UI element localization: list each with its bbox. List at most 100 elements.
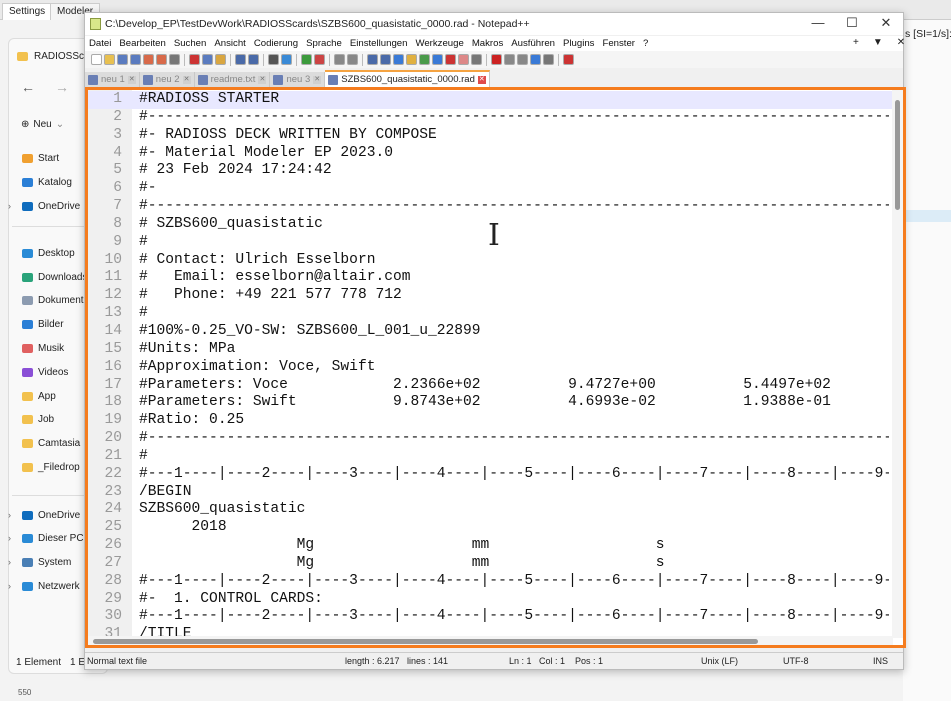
tab-close-icon[interactable]: ✕ (258, 75, 267, 84)
explorer-nav-item[interactable]: Camtasia (22, 438, 80, 449)
explorer-tab[interactable]: RADIOSSca (17, 51, 90, 62)
explorer-nav-item[interactable]: Dieser PC (22, 533, 84, 544)
minimize-button[interactable]: — (801, 15, 835, 33)
explorer-nav-item[interactable]: Downloads (22, 272, 87, 283)
toolbar-button-icon[interactable] (334, 54, 345, 65)
menu-[interactable]: ? (639, 38, 652, 49)
menu-werkzeuge[interactable]: Werkzeuge (411, 38, 467, 49)
folder-icon (22, 534, 33, 543)
tab-list-button[interactable]: ▼ (873, 37, 883, 48)
tab-szbs600-quasistatic-0000-rad[interactable]: SZBS600_quasistatic_0000.rad ✕ (325, 70, 490, 87)
forward-arrow-icon[interactable]: → (55, 79, 69, 95)
explorer-nav-item[interactable]: _Filedrop (22, 462, 80, 473)
toolbar-button-icon[interactable] (104, 54, 115, 65)
toolbar-button-icon[interactable] (130, 54, 141, 65)
close-doc-button[interactable]: ✕ (897, 37, 905, 48)
menu-datei[interactable]: Datei (85, 38, 115, 49)
toolbar-button-icon[interactable] (91, 54, 102, 65)
toolbar-button-icon[interactable] (563, 54, 574, 65)
tab-close-icon[interactable]: ✕ (127, 75, 136, 84)
tab-neu-1[interactable]: neu 1 ✕ (85, 72, 140, 87)
toolbar-button-icon[interactable] (314, 54, 325, 65)
chevron-right-icon[interactable]: › (8, 510, 11, 520)
explorer-nav-item[interactable]: App (22, 391, 56, 402)
menu-bearbeiten[interactable]: Bearbeiten (115, 38, 169, 49)
explorer-nav-item[interactable]: Katalog (22, 177, 72, 188)
toolbar-button-icon[interactable] (406, 54, 417, 65)
explorer-nav-item[interactable]: Videos (22, 367, 68, 378)
menu-makros[interactable]: Makros (468, 38, 507, 49)
toolbar-button-icon[interactable] (143, 54, 154, 65)
chevron-right-icon[interactable]: › (8, 201, 11, 211)
tab-neu-2[interactable]: neu 2 ✕ (139, 72, 195, 87)
toolbar-button-icon[interactable] (367, 54, 378, 65)
menu-sprache[interactable]: Sprache (302, 38, 346, 49)
close-button[interactable]: ✕ (869, 15, 903, 33)
menu-fenster[interactable]: Fenster (598, 38, 639, 49)
back-arrow-icon[interactable]: ← (21, 79, 35, 95)
toolbar-button-icon[interactable] (530, 54, 541, 65)
toolbar-button-icon[interactable] (419, 54, 430, 65)
text-editor[interactable]: 1 #RADIOSS STARTER 2 #---------------------… (85, 87, 906, 648)
new-button[interactable]: ⊕ Neu ⌄ (21, 119, 64, 130)
menu-plugins[interactable]: Plugins (559, 38, 598, 49)
horizontal-scroll-thumb[interactable] (93, 639, 758, 644)
toolbar-button-icon[interactable] (215, 54, 226, 65)
tab-close-icon[interactable]: ✕ (477, 75, 486, 84)
toolbar-button-icon[interactable] (156, 54, 167, 65)
toolbar-button-icon[interactable] (235, 54, 246, 65)
maximize-button[interactable]: ☐ (835, 15, 869, 33)
explorer-nav-item[interactable]: Desktop (22, 248, 75, 259)
app-tab-settings[interactable]: Settings (2, 3, 53, 20)
menu-einstellungen[interactable]: Einstellungen (346, 38, 412, 49)
toolbar-button-icon[interactable] (169, 54, 180, 65)
tab-close-icon[interactable]: ✕ (313, 75, 322, 84)
toolbar-button-icon[interactable] (445, 54, 456, 65)
explorer-nav-item[interactable]: Musik (22, 343, 64, 354)
toolbar-button-icon[interactable] (281, 54, 292, 65)
toolbar-button-icon[interactable] (189, 54, 200, 65)
explorer-nav-item[interactable]: Job (22, 414, 54, 425)
chevron-right-icon[interactable]: › (8, 533, 11, 543)
toolbar-button-icon[interactable] (393, 54, 404, 65)
toolbar-button-icon[interactable] (517, 54, 528, 65)
horizontal-scrollbar[interactable] (88, 636, 893, 645)
toolbar-button-icon[interactable] (347, 54, 358, 65)
menu-ausfhren[interactable]: Ausführen (507, 38, 559, 49)
line-number: 2 (113, 108, 122, 125)
toolbar-button-icon[interactable] (543, 54, 554, 65)
chevron-right-icon[interactable]: › (8, 581, 11, 591)
toolbar-button-icon[interactable] (268, 54, 279, 65)
toolbar-button-icon[interactable] (301, 54, 312, 65)
vertical-scrollbar[interactable] (892, 90, 903, 638)
explorer-nav-item[interactable]: OneDrive (22, 510, 80, 521)
explorer-nav-item[interactable]: OneDrive (22, 201, 80, 212)
tab-neu-3[interactable]: neu 3 ✕ (270, 72, 326, 87)
explorer-nav-item[interactable]: Dokumente (22, 295, 89, 306)
menu-suchen[interactable]: Suchen (170, 38, 211, 49)
toolbar-button-icon[interactable] (504, 54, 515, 65)
status-col: Col : 1 (539, 656, 566, 666)
menu-ansicht[interactable]: Ansicht (210, 38, 249, 49)
chevron-right-icon[interactable]: › (8, 557, 11, 567)
new-tab-button[interactable]: + (853, 37, 859, 48)
explorer-nav-item[interactable]: Netzwerk (22, 581, 80, 592)
tab-close-icon[interactable]: ✕ (182, 75, 191, 84)
tab-readme-txt[interactable]: readme.txt ✕ (194, 72, 271, 87)
toolbar-button-icon[interactable] (202, 54, 213, 65)
line-number: 10 (104, 251, 122, 268)
editor-line: 20 #-------------------------------------… (88, 430, 893, 448)
explorer-nav-item[interactable]: Bilder (22, 319, 64, 330)
menu-codierung[interactable]: Codierung (250, 38, 302, 49)
line-text: Mg mm s (139, 554, 665, 571)
toolbar-button-icon[interactable] (471, 54, 482, 65)
toolbar-button-icon[interactable] (117, 54, 128, 65)
toolbar-button-icon[interactable] (432, 54, 443, 65)
toolbar-button-icon[interactable] (248, 54, 259, 65)
explorer-nav-item[interactable]: Start (22, 153, 59, 164)
toolbar-button-icon[interactable] (458, 54, 469, 65)
vertical-scroll-thumb[interactable] (895, 100, 900, 210)
toolbar-button-icon[interactable] (380, 54, 391, 65)
toolbar-button-icon[interactable] (491, 54, 502, 65)
explorer-nav-item[interactable]: System (22, 557, 71, 568)
